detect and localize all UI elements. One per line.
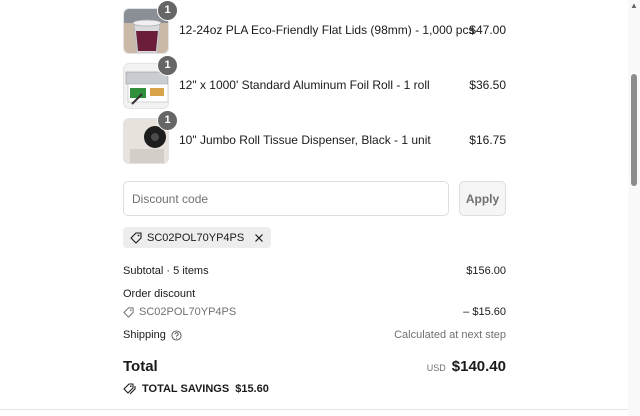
shipping-value: Calculated at next step [394,329,506,341]
item-price: $16.75 [469,133,506,147]
shipping-label-group: Shipping [123,329,182,341]
total-savings-label: TOTAL SAVINGS [142,383,230,395]
item-price: $47.00 [469,23,506,37]
line-item: 1 12-24oz PLA Eco-Friendly Flat Lids (98… [123,0,506,54]
item-name: 12-24oz PLA Eco-Friendly Flat Lids (98mm… [179,23,475,37]
quantity-badge: 1 [157,0,178,21]
applied-discount-chip: SC02POL70YP4PS [123,227,272,248]
line-item: 1 10" Jumbo Roll Tissue Dispenser, Black… [123,110,506,164]
item-name: 12" x 1000' Standard Aluminum Foil Roll … [179,78,430,92]
subtotal-value: $156.00 [466,265,506,277]
total-savings-value: $15.60 [235,383,269,395]
applied-discount-code: SC02POL70YP4PS [147,231,245,244]
discount-code-input[interactable] [123,181,449,216]
scrollbar-thumb[interactable] [631,74,637,186]
item-price: $36.50 [469,78,506,92]
discount-code-line: SC02POL70YP4PS [123,306,236,318]
apply-discount-button[interactable]: Apply [459,181,506,216]
scroll-up-arrow-icon[interactable]: ▲ [630,1,638,10]
currency-code: USD [426,363,446,373]
divider [0,409,628,410]
remove-discount-icon[interactable] [253,232,265,244]
total-amount-group: USD $140.40 [427,358,506,375]
total-row: Total USD $140.40 [123,358,506,380]
total-value: $140.40 [451,358,506,375]
help-icon[interactable] [171,329,182,341]
total-label: Total [123,358,158,375]
tag-icon [123,306,134,318]
order-discount-label: Order discount [123,288,196,300]
tag-icon [130,231,142,244]
scrollbar-track[interactable] [628,0,640,416]
quantity-badge: 1 [157,110,178,131]
shipping-label: Shipping [123,329,166,341]
total-savings: TOTAL SAVINGS $15.60 [123,383,269,395]
subtotal-label: Subtotal · 5 items [123,265,209,277]
item-name: 10" Jumbo Roll Tissue Dispenser, Black -… [179,133,431,147]
quantity-badge: 1 [157,55,178,76]
line-item: 1 12" x 1000' Standard Aluminum Foil Rol… [123,55,506,109]
tags-icon [123,383,136,395]
discount-value: – $15.60 [463,306,506,318]
discount-code-text: SC02POL70YP4PS [139,306,237,318]
